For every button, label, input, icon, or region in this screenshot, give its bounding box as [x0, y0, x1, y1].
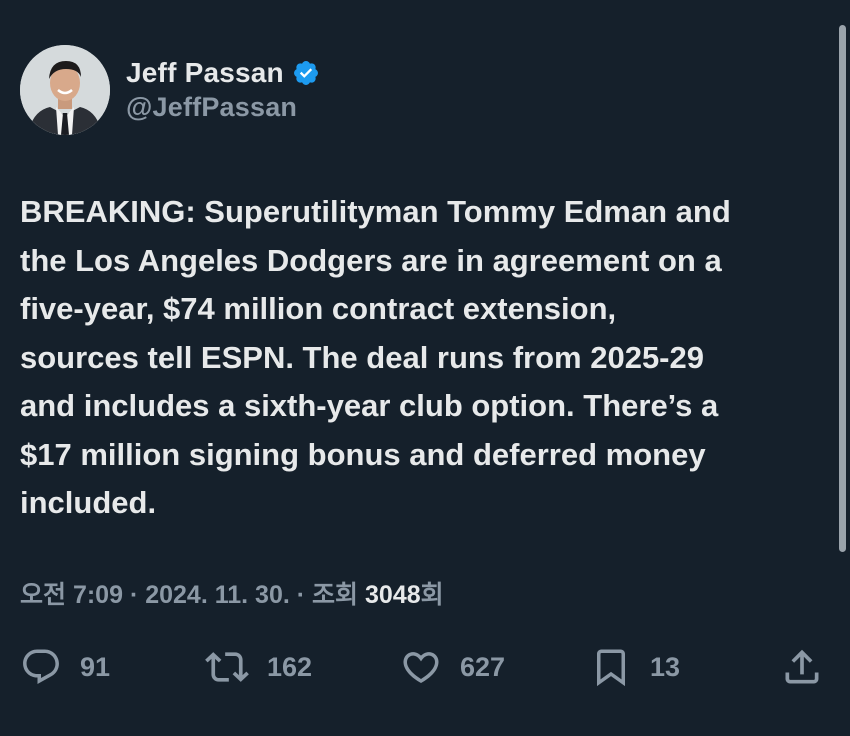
- tweet-text: BREAKING: Superutilityman Tommy Edman an…: [20, 188, 830, 528]
- bookmark-button[interactable]: 13: [590, 642, 680, 692]
- meta-separator: ·: [129, 581, 139, 609]
- tweet-meta: 오전 7:09 · 2024. 11. 30. · 조회 3048회: [20, 575, 444, 611]
- tweet-text-line: $17 million signing bonus and deferred m…: [20, 436, 706, 472]
- tweet-date[interactable]: 2024. 11. 30.: [145, 581, 290, 609]
- like-button[interactable]: 627: [400, 642, 505, 692]
- views-count: 3048: [365, 581, 421, 609]
- bookmark-icon: [597, 649, 625, 687]
- retweet-button[interactable]: 162: [205, 642, 312, 692]
- retweet-icon: [205, 652, 249, 682]
- reply-count: 91: [80, 651, 111, 682]
- reply-button[interactable]: 91: [20, 642, 110, 692]
- views-label: 조회: [312, 581, 359, 609]
- scrollbar[interactable]: [839, 25, 846, 552]
- share-icon: [785, 649, 819, 684]
- views-suffix: 회: [420, 581, 444, 609]
- tweet-text-line: included.: [20, 485, 157, 520]
- heart-icon: [403, 652, 439, 684]
- tweet-text-line: and includes a sixth-year club option. T…: [20, 388, 719, 423]
- tweet-text-line: sources tell ESPN. The deal runs from 20…: [20, 339, 704, 375]
- tweet-text-line: five-year, $74 million contract extensio…: [20, 291, 617, 326]
- reply-icon: [23, 649, 59, 684]
- tweet-time[interactable]: 오전 7:09: [20, 581, 123, 609]
- action-bar: 91 162 627 13: [0, 642, 850, 692]
- avatar-image: [20, 45, 110, 135]
- author-display-name[interactable]: Jeff Passan: [126, 57, 284, 89]
- avatar[interactable]: [20, 45, 110, 135]
- retweet-count: 162: [267, 651, 313, 682]
- verified-badge-icon: [293, 61, 318, 85]
- author-name-row: Jeff Passan: [126, 55, 320, 91]
- tweet-text-line: BREAKING: Superutilityman Tommy Edman an…: [20, 194, 731, 229]
- meta-separator: ·: [296, 581, 306, 609]
- tweet-text-line: the Los Angeles Dodgers are in agreement…: [20, 242, 722, 278]
- bookmark-count: 13: [650, 651, 681, 682]
- share-button[interactable]: [780, 642, 824, 692]
- author-handle[interactable]: @JeffPassan: [126, 92, 297, 123]
- like-count: 627: [460, 651, 506, 682]
